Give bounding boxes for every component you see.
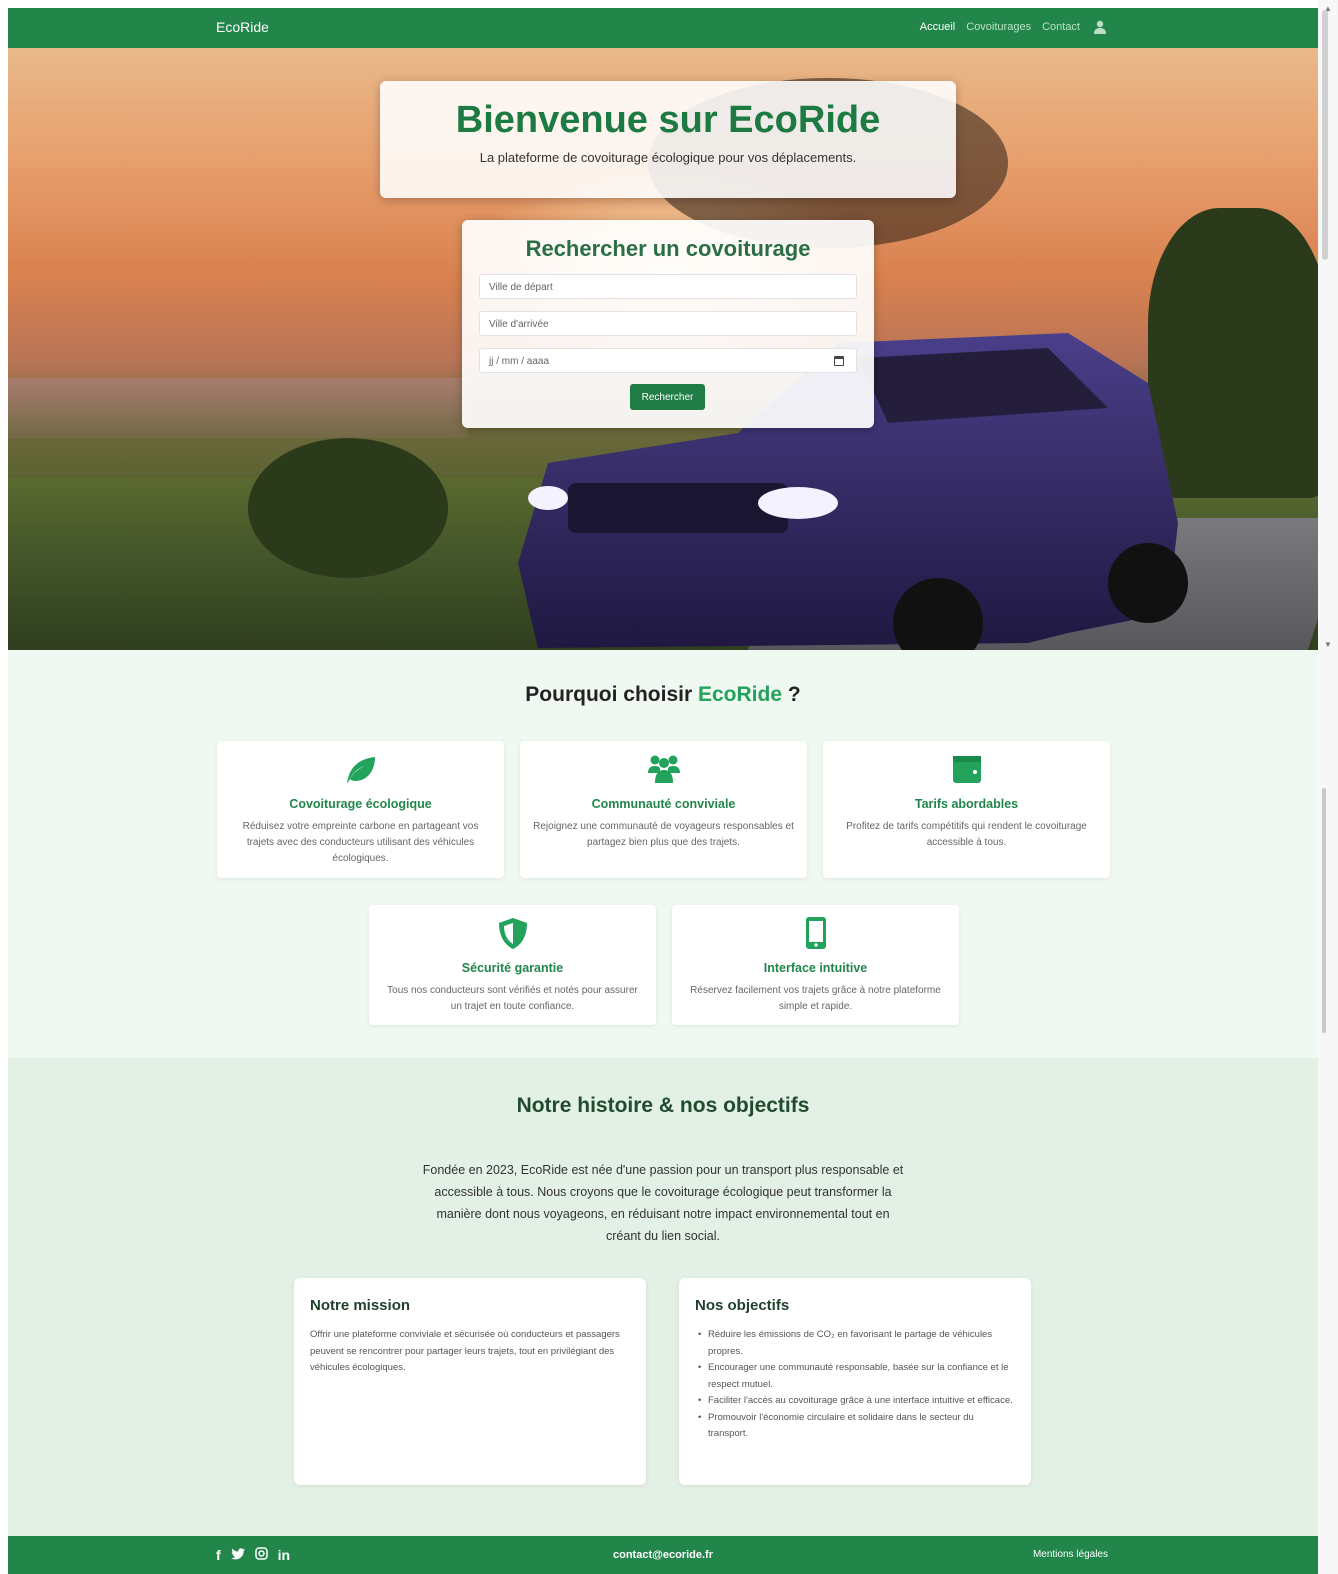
goals-card: Nos objectifs Réduire les émissions de C…	[679, 1278, 1031, 1485]
date-input[interactable]: jj / mm / aaaa	[479, 348, 857, 373]
wallet-icon	[952, 756, 981, 783]
search-title: Rechercher un covoiturage	[525, 236, 811, 261]
scroll-thumb[interactable]	[1322, 10, 1328, 260]
why-title: Pourquoi choisir EcoRide ?	[8, 683, 1318, 707]
goal-item: Réduire les émissions de CO₂ en favorisa…	[695, 1327, 1015, 1360]
brand-logo[interactable]: EcoRide	[216, 19, 269, 35]
welcome-subtitle: La plateforme de covoiturage écologique …	[479, 150, 857, 165]
feature-card-interface: Interface intuitive Réservez facilement …	[672, 905, 959, 1025]
feature-card-security: Sécurité garantie Tous nos conducteurs s…	[369, 905, 656, 1025]
user-icon[interactable]	[1094, 20, 1106, 34]
navbar: EcoRide Accueil Covoiturages Contact	[8, 8, 1318, 48]
legal-link[interactable]: Mentions légales	[1033, 1549, 1108, 1560]
feature-desc: Réservez facilement vos trajets grâce à …	[690, 985, 941, 1012]
goal-item: Encourager une communauté responsable, b…	[695, 1360, 1015, 1393]
feature-card-community: Communauté conviviale Rejoignez une comm…	[520, 741, 807, 878]
search-button[interactable]: Rechercher	[630, 384, 705, 410]
feature-title: Tarifs abordables	[914, 797, 1019, 811]
footer: f in contact@ecoride.fr Mentions légales	[8, 1536, 1318, 1574]
welcome-card: Bienvenue sur EcoRide La plateforme de c…	[380, 81, 956, 198]
feature-title: Sécurité garantie	[461, 961, 564, 975]
goals-title: Nos objectifs	[695, 1297, 790, 1314]
page: EcoRide Accueil Covoiturages Contact Bie…	[8, 8, 1318, 1574]
story-title: Notre histoire & nos objectifs	[516, 1094, 810, 1117]
feature-title: Covoiturage écologique	[289, 797, 432, 811]
goal-item: Promouvoir l'économie circulaire et soli…	[695, 1410, 1015, 1443]
feature-card-eco: Covoiturage écologique Réduisez votre em…	[217, 741, 504, 878]
mobile-icon	[805, 917, 826, 949]
mission-card: Notre mission Offrir une plateforme conv…	[294, 1278, 646, 1485]
scroll-down-icon[interactable]: ▼	[1324, 640, 1332, 649]
hero-city-silhouette	[8, 378, 468, 438]
why-title-prefix: Pourquoi choisir	[525, 683, 693, 706]
feature-desc: Rejoignez une communauté de voyageurs re…	[533, 821, 794, 848]
users-icon	[647, 755, 680, 783]
feature-desc: Tous nos conducteurs sont vérifiés et no…	[387, 985, 638, 1012]
mission-text: Offrir une plateforme conviviale et sécu…	[310, 1329, 620, 1373]
feature-desc: Réduisez votre empreinte carbone en part…	[242, 821, 479, 864]
story-text: Fondée en 2023, EcoRide est née d'une pa…	[422, 1163, 904, 1243]
arrival-input[interactable]: Ville d'arrivée	[479, 311, 857, 336]
hero-section: Bienvenue sur EcoRide La plateforme de c…	[8, 48, 1318, 650]
nav-link-covoiturages[interactable]: Covoiturages	[966, 21, 1031, 33]
nav-link-contact[interactable]: Contact	[1042, 21, 1080, 33]
why-title-accent: EcoRide	[697, 683, 783, 706]
nav-links: Accueil Covoiturages Contact	[920, 20, 1106, 34]
feature-desc: Profitez de tarifs compétitifs qui rende…	[846, 821, 1087, 848]
scroll-thumb-secondary[interactable]	[1322, 788, 1326, 1033]
goals-list: Réduire les émissions de CO₂ en favorisa…	[695, 1327, 1015, 1443]
search-card: Rechercher un covoiturage Ville de dépar…	[462, 220, 874, 428]
contact-email-link[interactable]: contact@ecoride.fr	[8, 1549, 1318, 1561]
hero-tree	[248, 438, 448, 578]
story-section: Notre histoire & nos objectifs Fondée en…	[8, 1058, 1318, 1536]
date-placeholder: jj / mm / aaaa	[489, 356, 550, 367]
leaf-icon	[346, 757, 375, 783]
feature-title: Interface intuitive	[763, 961, 868, 975]
why-title-suffix: ?	[787, 683, 801, 706]
nav-link-accueil[interactable]: Accueil	[920, 21, 955, 33]
welcome-title: Bienvenue sur EcoRide	[455, 99, 881, 141]
shield-icon	[498, 918, 527, 949]
departure-input[interactable]: Ville de départ	[479, 274, 857, 299]
feature-title: Communauté conviviale	[591, 797, 736, 811]
scrollbar[interactable]: ▲ ▼	[1318, 0, 1338, 1574]
feature-card-pricing: Tarifs abordables Profitez de tarifs com…	[823, 741, 1110, 878]
goal-item: Faciliter l'accès au covoiturage grâce à…	[695, 1393, 1015, 1410]
mission-title: Notre mission	[310, 1297, 411, 1314]
calendar-icon[interactable]	[834, 356, 844, 366]
